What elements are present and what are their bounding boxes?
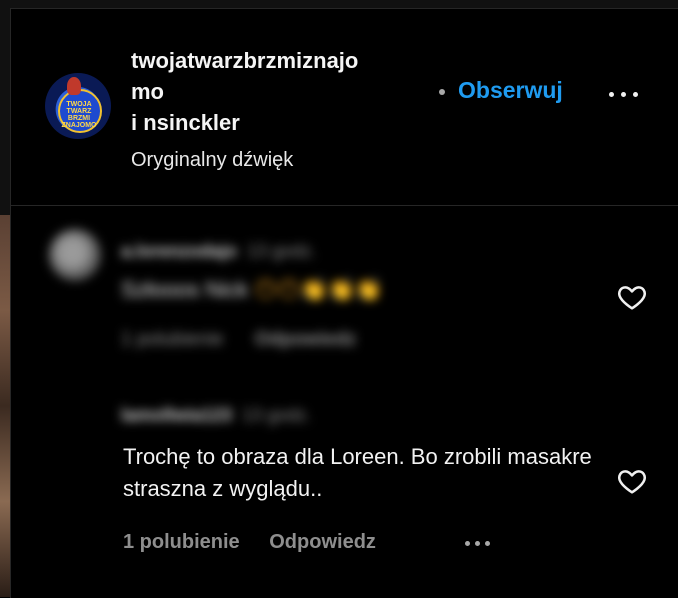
likes-count[interactable]: 1 polubienie: [123, 531, 240, 553]
reply-button[interactable]: Odpowiedz: [269, 531, 376, 553]
commenter-username[interactable]: a.lorenzodajo 13 godz.: [121, 241, 316, 262]
comment-time: 13 godz.: [242, 405, 312, 425]
commenter-username-text: lamollwia123: [121, 405, 233, 425]
comment-more-icon[interactable]: [463, 539, 495, 549]
author-names: twojatwarzbrzmiznajo mo i nsinckler: [131, 45, 431, 138]
author-username-part1: twojatwarzbrzmiznajo: [131, 48, 359, 73]
comment-time: 13 godz.: [247, 241, 317, 261]
heart-icon[interactable]: [615, 281, 649, 313]
comment-text: Trochę to obraza dla Loreen. Bo zrobili …: [123, 444, 592, 501]
separator-dot: [439, 89, 445, 95]
coauthor-line: i nsinckler: [131, 107, 431, 138]
avatar-logo-text: TWOJA TWARZ BRZMI ZNAJOMO: [61, 101, 97, 129]
comment-text: Szłooos Nick 😶😶👏👏👏: [121, 277, 382, 303]
comment-meta: 1 polubienie Odpowiedz: [121, 329, 356, 351]
media-thumbnail-strip: [0, 215, 10, 597]
comment-meta: 1 polubienie Odpowiedz: [123, 531, 376, 554]
author-username-part2: mo: [131, 79, 164, 104]
commenter-username[interactable]: lamollwia123 13 godz.: [121, 405, 311, 426]
media-edge: [0, 0, 10, 597]
coauthor-prefix: i: [131, 110, 144, 135]
reply-button[interactable]: Odpowiedz: [255, 329, 356, 350]
author-avatar[interactable]: TWOJA TWARZ BRZMI ZNAJOMO: [45, 73, 111, 139]
comment-emoji: 😶😶👏👏👏: [254, 277, 383, 302]
coauthor-username[interactable]: nsinckler: [143, 110, 240, 135]
audio-label[interactable]: Oryginalny dźwięk: [131, 149, 293, 172]
window-top-border: [0, 0, 678, 8]
comments-panel: TWOJA TWARZ BRZMI ZNAJOMO twojatwarzbrzm…: [10, 8, 678, 598]
comment-item: lamollwia123 13 godz. Trochę to obraza dl…: [11, 395, 678, 598]
follow-button[interactable]: Obserwuj: [458, 77, 563, 104]
commenter-username-text: a.lorenzodajo: [121, 241, 238, 261]
post-header: TWOJA TWARZ BRZMI ZNAJOMO twojatwarzbrzm…: [11, 9, 678, 206]
heart-icon[interactable]: [615, 465, 649, 497]
more-options-icon[interactable]: [607, 89, 641, 101]
author-username[interactable]: twojatwarzbrzmiznajo mo: [131, 45, 431, 107]
commenter-avatar[interactable]: [49, 229, 101, 281]
comment-item: a.lorenzodajo 13 godz. Szłooos Nick 😶😶👏👏👏…: [11, 205, 678, 395]
avatar-figure: [67, 77, 81, 95]
comment-text-body: Szłooos Nick: [121, 277, 249, 302]
likes-count[interactable]: 1 polubienie: [121, 329, 223, 350]
